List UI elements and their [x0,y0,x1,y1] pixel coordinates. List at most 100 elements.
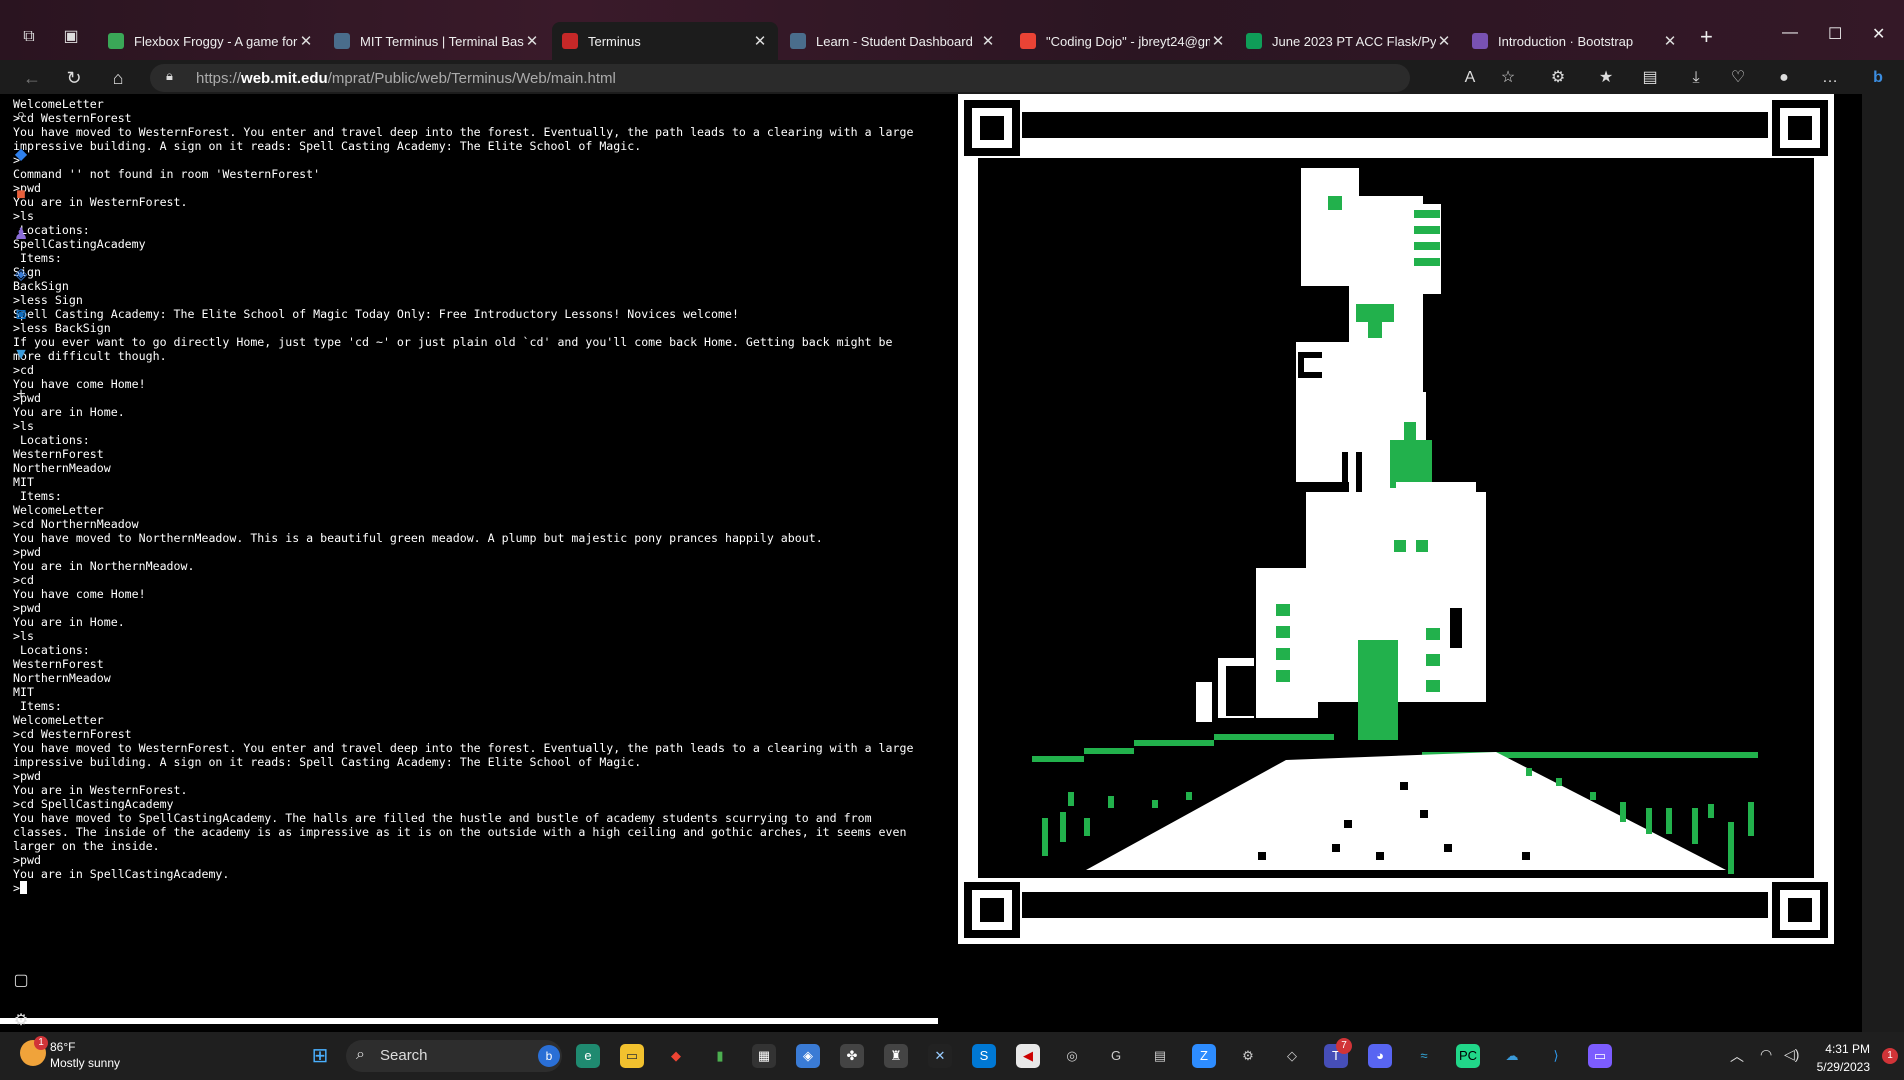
tab-4[interactable]: "Coding Dojo" - jbreyt24@gm ✕ [1010,22,1236,60]
keyboard-app-icon[interactable]: ▤ [1148,1044,1172,1068]
search-icon[interactable]: ⌕ [10,104,32,126]
tools-icon[interactable]: ■ [10,184,32,206]
outlook-icon[interactable]: ◙ [10,304,32,326]
lock-icon[interactable]: 🔒︎ [166,68,180,86]
edge-taskbar-icon[interactable]: e [576,1044,600,1068]
x-app-icon[interactable]: ✕ [928,1044,952,1068]
bing-icon[interactable]: b [1866,66,1890,90]
room-artwork [956,92,1836,946]
edge-sidebar [1862,94,1904,1032]
performance-icon[interactable]: ♡ [1726,66,1750,90]
notification-badge[interactable]: 1 [1882,1048,1898,1064]
wifi-icon[interactable]: ◠ [1760,1046,1772,1063]
terminal-line: Items: [13,251,62,265]
favorites-icon[interactable]: ★ [1594,66,1618,90]
tab-close-icon[interactable]: ✕ [524,32,540,50]
workspaces-icon[interactable]: ⧉ [18,26,40,48]
terminal-line: NorthernMeadow [13,671,111,685]
file-explorer-icon[interactable]: ▭ [620,1044,644,1068]
terminal-line: You are in WesternForest. [13,783,188,797]
settings-icon[interactable]: ⚙ [10,1010,32,1032]
terminal-line: >cd NorthernMeadow [13,517,139,531]
git-app-icon[interactable]: ◆ [664,1044,688,1068]
read-aloud-icon[interactable]: A [1458,66,1482,90]
taskbar-search[interactable] [346,1040,562,1072]
terminal-output[interactable]: Items:WelcomeLetter>cd WesternForestYou … [0,94,940,1018]
profile-avatar[interactable]: ● [1772,66,1796,90]
tab-close-icon[interactable]: ✕ [298,32,314,50]
terminal-line: You are in Home. [13,615,125,629]
media-app-icon[interactable]: ◀ [1016,1044,1040,1068]
onedrive-icon[interactable]: ☁ [1500,1044,1524,1068]
terminal-line: >cd SpellCastingAcademy [13,797,174,811]
diamond-app-icon[interactable]: ◇ [1280,1044,1304,1068]
tab-close-icon[interactable]: ✕ [1210,32,1226,50]
network-app-icon[interactable]: ≈ [1412,1044,1436,1068]
tab-actions-icon[interactable]: ▣ [60,26,82,48]
volume-icon[interactable]: ◁) [1784,1046,1799,1063]
tab-label: Learn - Student Dashboard [816,33,973,49]
tab-label: Terminus [588,33,641,49]
chart-app-icon[interactable]: ▮ [708,1044,732,1068]
clock-time: 4:31 PM [1825,1042,1870,1056]
terminal-line: You have moved to NorthernMeadow. This i… [13,531,823,545]
tab-3[interactable]: Learn - Student Dashboard ✕ [780,22,1006,60]
add-sidebar-icon[interactable]: + [10,384,32,406]
tab-2[interactable]: Terminus ✕ [552,22,778,60]
sidebar-panel-icon[interactable]: ▢ [10,970,32,992]
tab-close-icon[interactable]: ✕ [752,32,768,50]
shield-app-icon[interactable]: ◈ [796,1044,820,1068]
games-icon[interactable]: ♟ [10,224,32,246]
logitech-icon[interactable]: G [1104,1044,1128,1068]
discord-icon[interactable]: ◕ [1368,1044,1392,1068]
shopping-icon[interactable]: ◆ [10,144,32,166]
close-window-button[interactable]: ✕ [1872,24,1885,44]
terminal-line: BackSign [13,279,69,293]
collections-icon[interactable]: ▤ [1638,66,1662,90]
obs-icon[interactable]: ◎ [1060,1044,1084,1068]
davinci-icon[interactable]: ✤ [840,1044,864,1068]
terminal-line: >pwd [13,769,41,783]
sound-app-icon[interactable]: ♜ [884,1044,908,1068]
bing-search-icon[interactable]: b [538,1045,560,1067]
terminal-line: Spell Casting Academy: The Elite School … [13,307,739,321]
downloads-icon[interactable]: ⤓ [1684,66,1708,90]
tab-0[interactable]: Flexbox Froggy - A game for le ✕ [98,22,324,60]
start-icon[interactable]: ⊞ [308,1044,332,1068]
more-menu-icon[interactable]: … [1818,66,1842,90]
notes-app-icon[interactable]: ▭ [1588,1044,1612,1068]
terminal-line: Items: [13,699,62,713]
clock-date: 5/29/2023 [1816,1060,1870,1074]
new-tab-button[interactable]: + [1700,26,1713,48]
send-icon[interactable]: ▼ [10,344,32,366]
add-favorite-icon[interactable]: ☆ [1496,66,1520,90]
chevron-up-icon[interactable]: ︿ [1730,1046,1744,1066]
terminal-scrollbar[interactable] [0,1018,938,1024]
clock[interactable]: 4:31 PM 5/29/2023 [1810,1040,1870,1076]
office-icon[interactable]: ◈ [10,264,32,286]
extensions-icon[interactable]: ⚙ [1546,66,1570,90]
steam-icon[interactable]: ⚙ [1236,1044,1260,1068]
tab-close-icon[interactable]: ✕ [1662,32,1678,50]
tab-1[interactable]: MIT Terminus | Terminal Basics ✕ [324,22,550,60]
pycharm-icon[interactable]: PC [1456,1044,1480,1068]
tab-label: MIT Terminus | Terminal Basics [360,33,524,49]
refresh-icon[interactable]: ↻ [60,66,88,90]
vscode-icon[interactable]: ⟩ [1544,1044,1568,1068]
minimize-button[interactable]: — [1782,24,1798,42]
tab-6[interactable]: Introduction · Bootstrap ✕ [1462,22,1688,60]
zoom-icon[interactable]: Z [1192,1044,1216,1068]
tab-5[interactable]: June 2023 PT ACC Flask/Pytho✕ [1236,22,1462,60]
skype-icon[interactable]: S [972,1044,996,1068]
tab-close-icon[interactable]: ✕ [1436,32,1452,50]
terminal-prompt-line[interactable]: > [13,881,940,895]
tab-close-icon[interactable]: ✕ [980,32,996,50]
home-icon[interactable]: ⌂ [104,66,132,90]
gpu-app-icon[interactable]: ▦ [752,1044,776,1068]
frog-favicon [108,33,124,49]
search-label: Search [380,1047,428,1064]
maximize-button[interactable]: ☐ [1828,24,1842,44]
back-icon[interactable]: ← [18,66,46,90]
taskbar [0,1032,1904,1080]
terminal-line: >cd WesternForest [13,111,132,125]
